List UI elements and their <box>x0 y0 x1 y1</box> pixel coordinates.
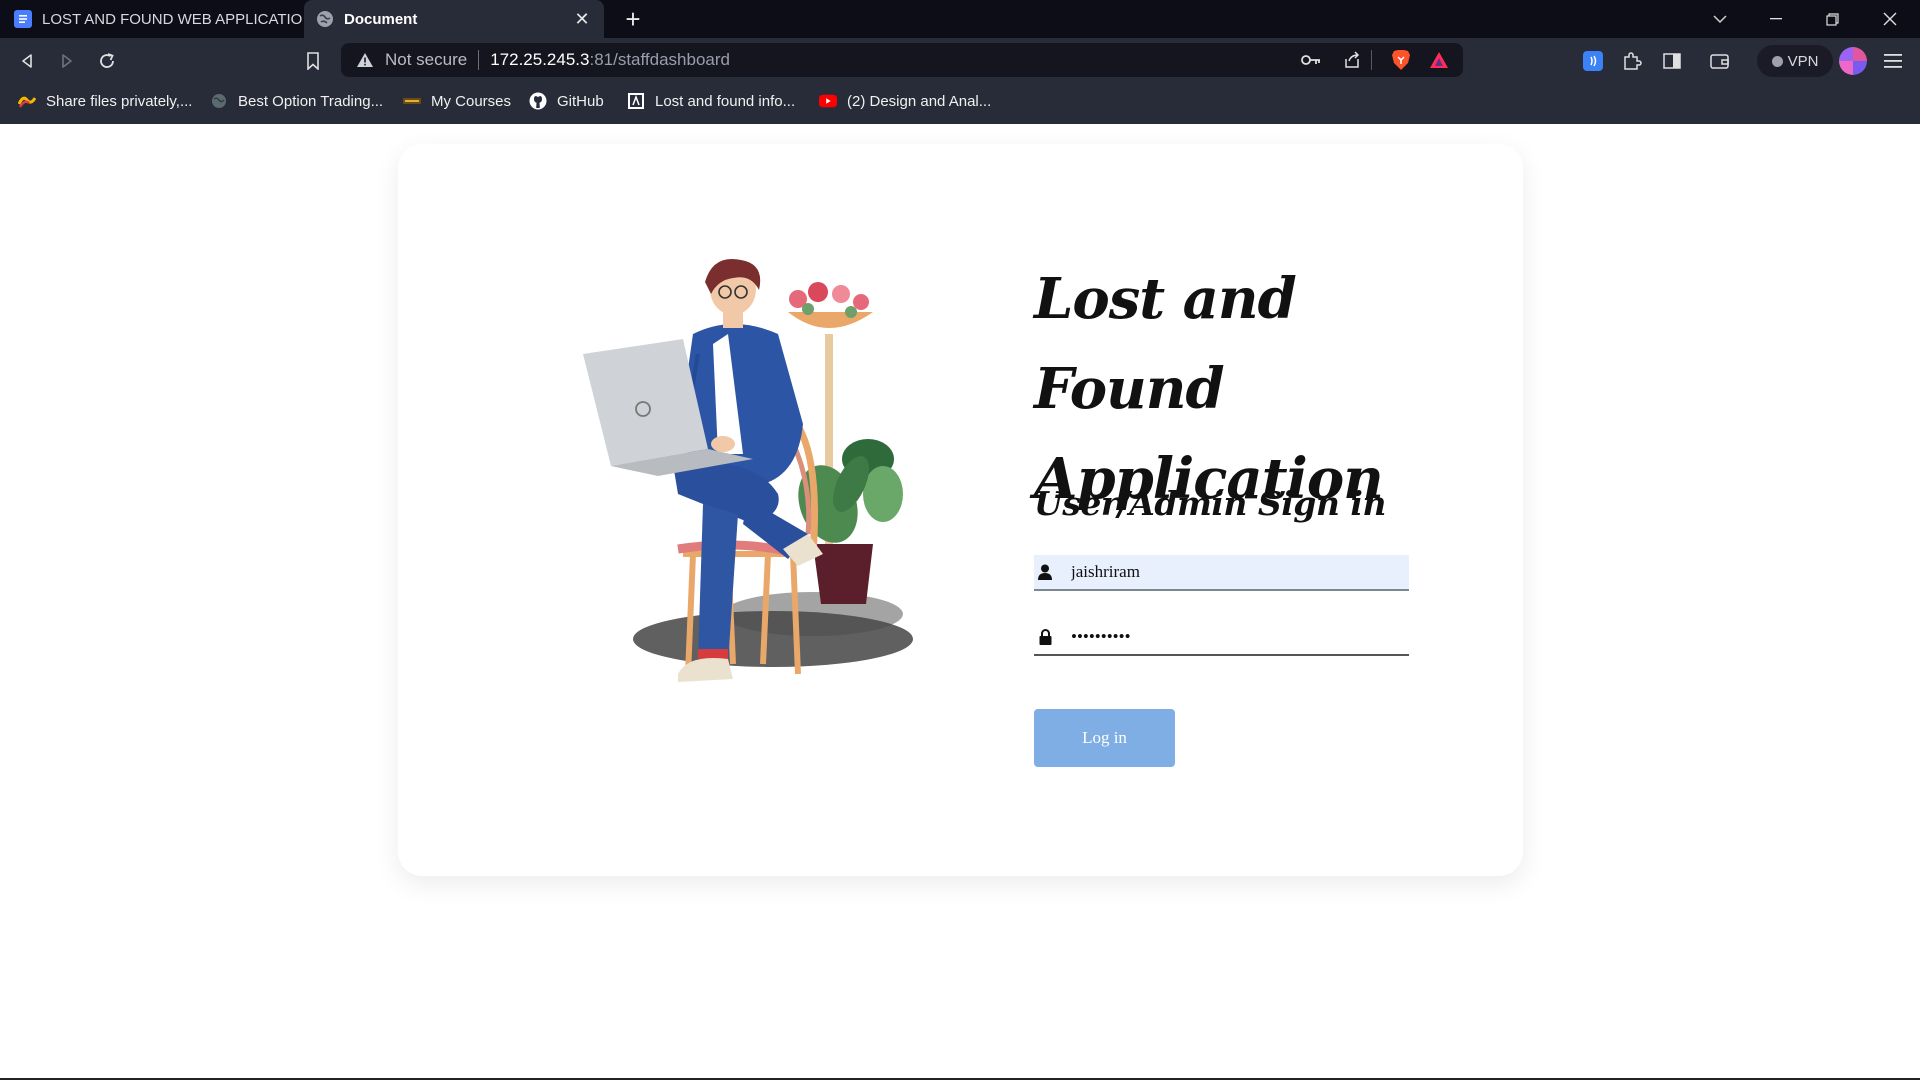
reload-icon[interactable] <box>92 46 122 76</box>
share-files-icon <box>18 92 36 110</box>
bookmark-label: (2) Design and Anal... <box>847 92 992 110</box>
github-icon <box>529 92 547 110</box>
warning-icon[interactable] <box>355 50 375 70</box>
password-input[interactable] <box>1071 627 1391 647</box>
vpn-label: VPN <box>1787 52 1819 70</box>
url-path: :81/staffdashboard <box>589 50 730 69</box>
login-card: Lost and Found Application User/Admin Si… <box>398 144 1523 876</box>
bookmark-lost-and-found-info[interactable]: Lost and found info... <box>627 83 795 119</box>
close-icon[interactable]: ✕ <box>570 7 594 31</box>
share-icon[interactable] <box>1337 43 1367 77</box>
vpn-status-icon <box>1771 55 1783 67</box>
tab-title: Document <box>344 10 418 28</box>
lost-found-icon <box>627 92 645 110</box>
courses-icon <box>403 92 421 110</box>
security-label[interactable]: Not secure <box>385 50 467 70</box>
browser-toolbar: Not secure 172.25.245.3:81/staffdashboar… <box>0 38 1920 83</box>
person-with-laptop-illustration <box>583 258 913 682</box>
docs-icon <box>14 10 32 28</box>
address-divider <box>1371 50 1372 70</box>
menu-icon[interactable] <box>1878 46 1908 76</box>
bookmark-icon[interactable] <box>298 46 328 76</box>
extensions-icon[interactable] <box>1617 46 1647 76</box>
bookmark-label: Share files privately,... <box>46 92 193 110</box>
tab-search-chevron-icon[interactable] <box>1692 0 1748 38</box>
bookmarks-bar: Share files privately,... Best Option Tr… <box>0 83 1920 124</box>
bookmark-design-and-analysis[interactable]: (2) Design and Anal... <box>819 83 991 119</box>
url-host: 172.25.245.3 <box>490 50 590 69</box>
lock-icon <box>1037 629 1053 645</box>
forward-icon[interactable] <box>52 46 82 76</box>
brave-shield-icon[interactable] <box>1386 43 1416 77</box>
bookmark-label: GitHub <box>557 92 604 110</box>
key-icon[interactable] <box>1296 43 1326 77</box>
globe-icon <box>210 92 228 110</box>
tab-lost-and-found[interactable]: LOST AND FOUND WEB APPLICATION <box>0 0 302 38</box>
youtube-icon <box>819 92 837 110</box>
brave-talk-icon[interactable] <box>1578 46 1608 76</box>
page-viewport: Lost and Found Application User/Admin Si… <box>0 124 1920 1078</box>
minimize-icon[interactable] <box>1748 0 1804 38</box>
brave-rewards-icon[interactable] <box>1424 43 1454 77</box>
tab-title: LOST AND FOUND WEB APPLICATION <box>42 10 302 28</box>
back-icon[interactable] <box>12 46 42 76</box>
user-icon <box>1037 564 1053 580</box>
window-close-icon[interactable] <box>1862 0 1918 38</box>
vpn-button[interactable]: VPN <box>1757 45 1833 77</box>
address-bar[interactable]: Not secure 172.25.245.3:81/staffdashboar… <box>341 43 1463 77</box>
sidebar-icon[interactable] <box>1657 46 1687 76</box>
signin-title: User/Admin Sign in <box>1034 484 1386 523</box>
bookmark-label: Best Option Trading... <box>238 92 384 110</box>
bookmark-share-files[interactable]: Share files privately,... <box>18 83 192 119</box>
password-field[interactable] <box>1034 620 1409 656</box>
profile-avatar[interactable] <box>1839 47 1867 75</box>
tab-strip: LOST AND FOUND WEB APPLICATION Document … <box>0 0 1920 38</box>
address-divider <box>478 50 480 70</box>
restore-icon[interactable] <box>1804 0 1860 38</box>
bookmark-my-courses[interactable]: My Courses <box>403 83 511 119</box>
bookmark-label: Lost and found info... <box>655 92 796 110</box>
new-tab-button[interactable]: + <box>618 4 648 34</box>
username-field[interactable] <box>1034 555 1409 591</box>
tab-document[interactable]: Document ✕ <box>304 0 604 38</box>
globe-icon <box>316 10 334 28</box>
bookmark-label: My Courses <box>431 92 512 110</box>
username-input[interactable] <box>1071 562 1391 582</box>
bookmark-best-option-trading[interactable]: Best Option Trading... <box>210 83 383 119</box>
wallet-icon[interactable] <box>1705 46 1735 76</box>
bookmark-github[interactable]: GitHub <box>529 83 604 119</box>
login-button[interactable]: Log in <box>1034 709 1175 767</box>
